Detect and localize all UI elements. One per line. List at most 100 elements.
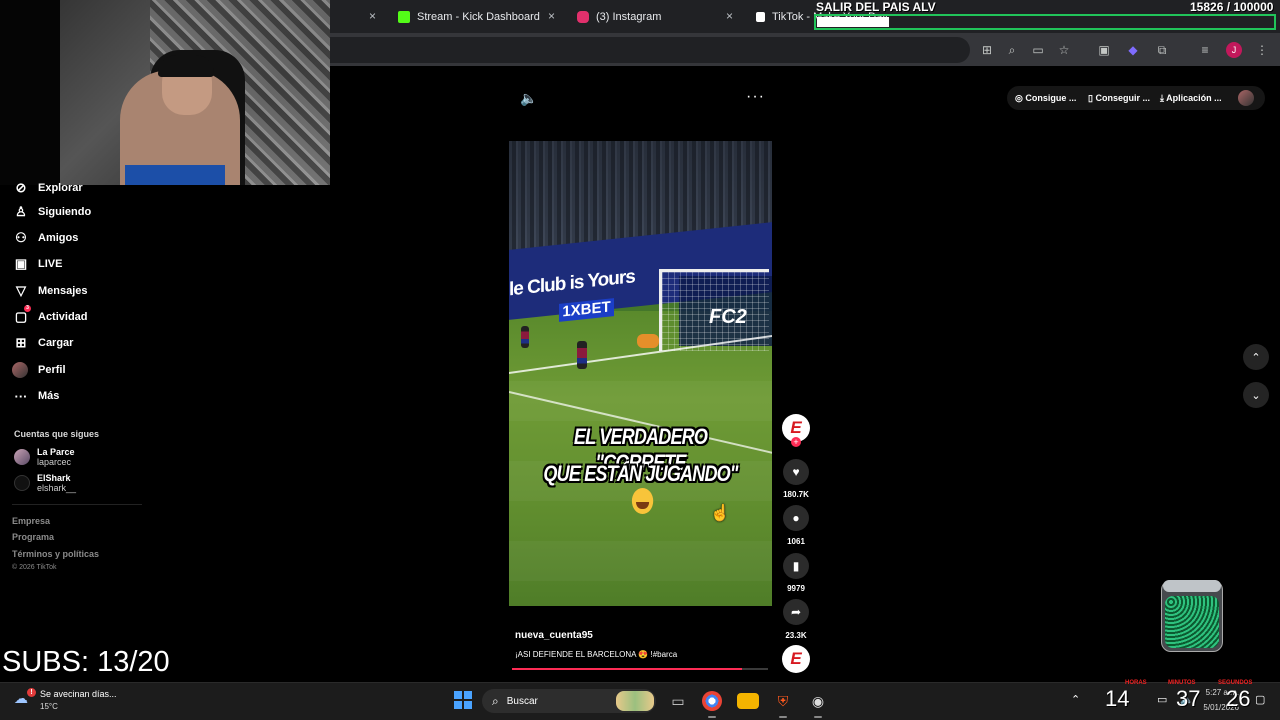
notification-icon[interactable]: ▢: [1255, 693, 1265, 706]
goal-progress-fill: [817, 17, 889, 27]
running-indicator: [814, 716, 822, 718]
chrome-icon[interactable]: [702, 691, 722, 711]
creator-logo: E: [790, 418, 802, 437]
tab-instagram[interactable]: (3) Instagram: [577, 4, 661, 29]
running-indicator: [708, 716, 716, 718]
grin-sweat-emoji-icon: [631, 488, 653, 515]
profile-avatar-icon[interactable]: J: [1226, 42, 1242, 58]
video-caption-line2: QUE ESTÁN JUGANDO": [543, 461, 738, 486]
goal-title: SALIR DEL PAIS ALV: [816, 0, 936, 14]
comment-button[interactable]: ●: [783, 505, 809, 531]
kick-icon: [398, 10, 410, 23]
chevron-up-icon: ⌃: [1251, 351, 1261, 364]
tab-close-icon[interactable]: ×: [369, 9, 376, 23]
live-icon: ▣: [14, 256, 28, 271]
puzzle-icon[interactable]: ◆: [1125, 42, 1141, 58]
menu-icon[interactable]: ⋮: [1254, 42, 1270, 58]
task-view-icon[interactable]: ▭: [667, 690, 689, 712]
cast-icon[interactable]: ▭: [1030, 42, 1046, 58]
hand-cursor-icon: ☝: [710, 505, 730, 522]
video-progress-bar[interactable]: [512, 668, 768, 670]
windows-start-button[interactable]: [454, 691, 472, 709]
sidebar-item-amigos[interactable]: ⚇ Amigos: [12, 228, 78, 248]
media-icon[interactable]: ≡: [1197, 42, 1213, 58]
sidebar-item-siguiendo[interactable]: ♙ Siguiendo: [12, 202, 91, 222]
user-avatar[interactable]: [1238, 90, 1254, 106]
timer-minutes: 37: [1176, 686, 1201, 711]
next-video-button[interactable]: ⌄: [1243, 382, 1269, 408]
tab-label: Stream - Kick Dashboard: [417, 10, 540, 23]
copyright: © 2026 TikTok: [12, 564, 57, 571]
save-count: 9979: [787, 584, 805, 593]
account-username: laparcec: [37, 457, 72, 467]
video-description: ¡ASI DEFIENDE EL BARCELONA 😍 !#barca: [515, 650, 678, 659]
star-icon[interactable]: ☆: [1056, 42, 1072, 58]
share-icon: ➦: [790, 605, 802, 619]
top-link-consigue[interactable]: ◎ Consigue ...: [1015, 93, 1076, 104]
activity-badge: 3: [24, 305, 31, 312]
tab-close-icon[interactable]: ×: [726, 9, 733, 23]
sidebar-item-cargar[interactable]: ⊞ Cargar: [12, 333, 74, 353]
subs-counter: SUBS: 13/20: [2, 646, 170, 678]
top-link-label: Aplicación ...: [1166, 93, 1222, 103]
goal-count: 15826 / 100000: [1190, 0, 1274, 14]
sidebar-item-live[interactable]: ▣ LIVE: [12, 254, 63, 274]
messages-icon: ▽: [16, 283, 26, 298]
video-player[interactable]: le Club is Yours 1XBET FC2 EL VERDADERO …: [509, 141, 772, 606]
sound-avatar[interactable]: E: [782, 645, 810, 673]
top-link-aplicacion[interactable]: ⤓ Aplicación ...: [1160, 93, 1222, 104]
follow-plus-icon[interactable]: +: [791, 437, 801, 447]
screen: × Stream - Kick Dashboard × (3) Instagra…: [0, 0, 1280, 720]
tray-chevron-up-icon[interactable]: ⌃: [1071, 693, 1080, 706]
sidebar-item-label: Explorar: [38, 182, 83, 194]
profile-icon: [12, 362, 28, 378]
sidebar-item-actividad[interactable]: ▢ 3 Actividad: [12, 305, 88, 327]
sidebar-item-mas[interactable]: ··· Más: [12, 386, 60, 406]
following-account-laparce[interactable]: La Parce laparcec: [14, 447, 75, 467]
footer-link-programa[interactable]: Programa: [12, 532, 54, 542]
following-account-elshark[interactable]: ElShark elshark__: [14, 473, 76, 493]
extensions-icon[interactable]: ⧉: [1154, 42, 1170, 58]
previous-video-button[interactable]: ⌃: [1243, 344, 1269, 370]
sound-logo: E: [790, 649, 802, 668]
top-link-conseguir[interactable]: ▯ Conseguir ...: [1088, 93, 1150, 104]
comment-icon: ●: [792, 511, 800, 525]
sidebar-item-label: Más: [38, 390, 60, 402]
search-icon: ⌕: [492, 693, 499, 708]
save-button[interactable]: ▮: [783, 553, 809, 579]
network-icon[interactable]: ▭: [1157, 693, 1167, 706]
account-name: La Parce: [37, 447, 75, 457]
weather-temp: 15°C: [40, 702, 58, 711]
weather-text[interactable]: Se avecinan días...: [40, 689, 117, 699]
file-explorer-icon[interactable]: [737, 693, 759, 709]
sidebar-item-explorar[interactable]: ⊘ Explorar: [12, 178, 83, 198]
brave-icon[interactable]: ⛨: [772, 690, 794, 712]
volume-icon[interactable]: 🔈: [520, 90, 537, 107]
tip-jar-lid: [1163, 580, 1221, 592]
webcam-overlay: [0, 0, 330, 185]
like-button[interactable]: ♥: [783, 459, 809, 485]
footer-link-empresa[interactable]: Empresa: [12, 516, 50, 526]
search-label: Buscar: [506, 695, 538, 707]
footer-link-terminos[interactable]: Términos y políticas: [12, 549, 99, 559]
tab-close-icon[interactable]: ×: [548, 9, 555, 23]
address-bar[interactable]: [330, 37, 970, 63]
ad-text: FC2: [709, 306, 747, 328]
share-button[interactable]: ➦: [783, 599, 809, 625]
more-options-icon[interactable]: ···: [746, 88, 765, 106]
zoom-icon[interactable]: ⌕: [1004, 42, 1020, 58]
compass-icon: ⊘: [15, 180, 27, 195]
tab-kick-dashboard[interactable]: Stream - Kick Dashboard: [398, 4, 540, 29]
obs-icon[interactable]: ◉: [807, 690, 829, 712]
following-icon: ♙: [15, 204, 27, 219]
sidebar-item-mensajes[interactable]: ▽ Mensajes: [12, 281, 88, 301]
sidebar-item-label: Actividad: [38, 311, 88, 323]
extension-icon[interactable]: ▣: [1096, 42, 1112, 58]
instagram-icon: [577, 10, 589, 23]
translate-icon[interactable]: ⊞: [979, 42, 995, 58]
sidebar-item-perfil[interactable]: Perfil: [12, 360, 66, 380]
sidebar-item-label: Siguiendo: [38, 206, 92, 218]
divider: [12, 504, 142, 505]
tab-label: (3) Instagram: [596, 10, 662, 23]
video-author[interactable]: nueva_cuenta95: [515, 630, 593, 641]
